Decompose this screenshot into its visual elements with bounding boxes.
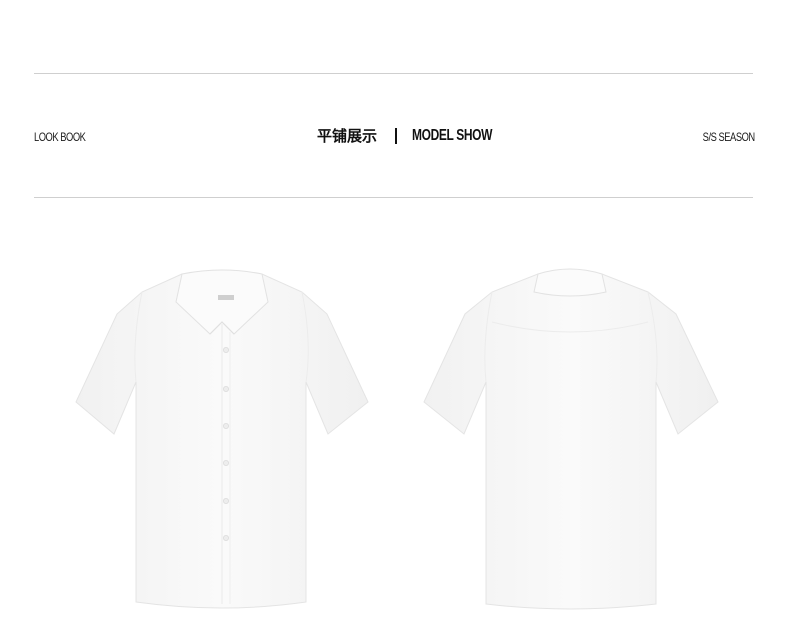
shirt-front-image [72,262,372,622]
season-label: S/S SEASON [702,130,755,144]
header-bottom-divider [34,197,753,198]
section-title-en: MODEL SHOW [412,127,493,144]
section-title: 平铺展示 MODEL SHOW [34,126,755,146]
title-separator [395,128,397,144]
shirt-back-icon [423,268,719,610]
section-title-cn: 平铺展示 [316,127,377,145]
shirt-back-image [420,262,720,622]
shirt-front-icon [75,269,369,609]
section-header: LOOK BOOK 平铺展示 MODEL SHOW S/S SEASON [34,74,755,197]
